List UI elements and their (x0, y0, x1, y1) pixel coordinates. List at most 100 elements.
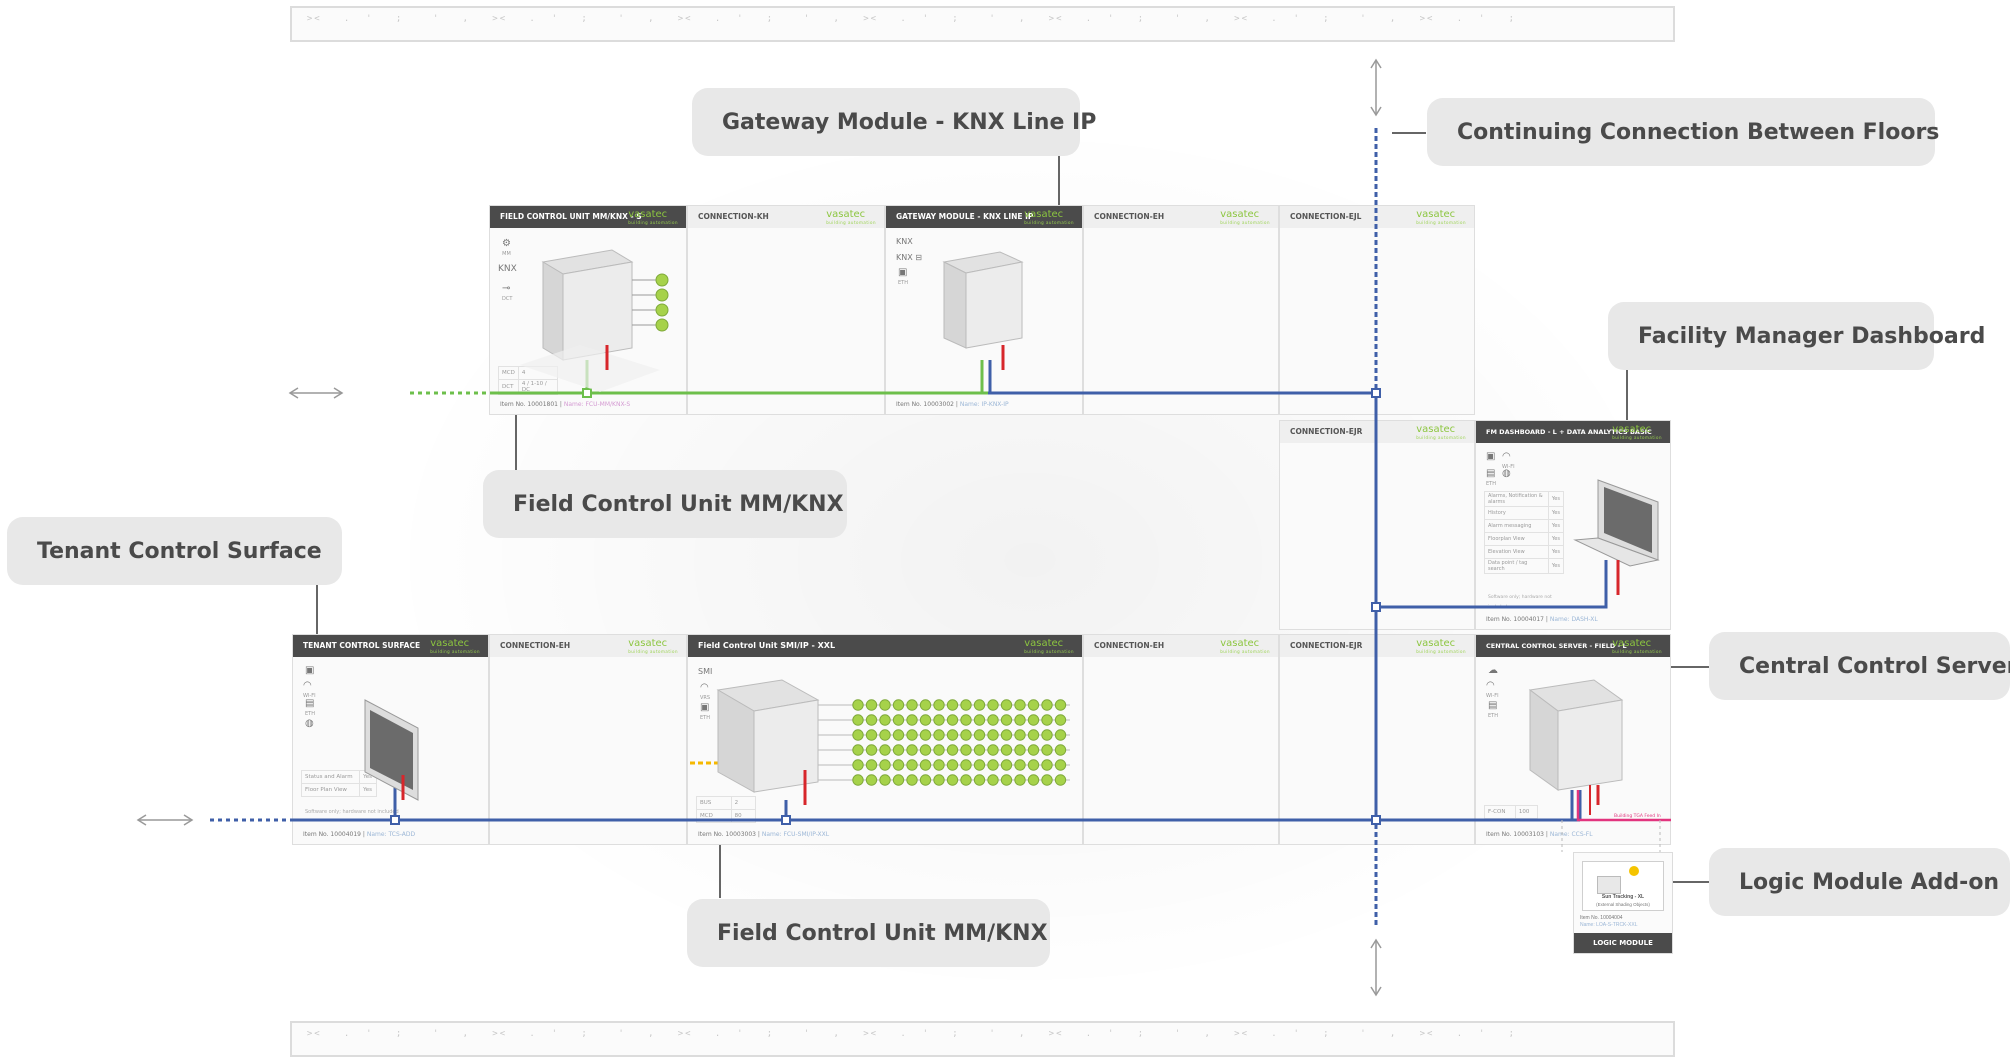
motor-icon (973, 729, 986, 741)
motor-icon (906, 744, 918, 756)
motor-icon (879, 744, 891, 756)
motor-icon (879, 774, 891, 786)
motor-icon (1054, 759, 1067, 771)
motor-icon (1027, 714, 1040, 726)
motor-icon (892, 714, 905, 726)
blue-to-fm (1376, 560, 1608, 609)
motor-icon (852, 729, 864, 741)
motor-icon (865, 714, 878, 726)
motor-icon (1041, 774, 1053, 786)
motor-icon (1014, 744, 1026, 756)
junction-node (1371, 388, 1381, 398)
motor-icon (933, 774, 945, 786)
motor-icon (852, 774, 864, 786)
motor-icon (1041, 699, 1053, 711)
motor-icon (1027, 699, 1040, 711)
motor-icon (987, 759, 999, 771)
motor-icon (906, 774, 918, 786)
motor-icon (973, 759, 986, 771)
motor-icon (1000, 774, 1013, 786)
junction-node (390, 815, 400, 825)
motor-icon (879, 699, 891, 711)
motor-icon (852, 699, 864, 711)
cabinet-central (1528, 679, 1624, 791)
motor-icon (960, 774, 972, 786)
motor-icon (919, 759, 932, 771)
callout-tenant-control-surface: Tenant Control Surface (7, 517, 342, 585)
motor-icon (906, 729, 918, 741)
double-arrow-left-lower (136, 814, 194, 826)
motor-icon (892, 699, 905, 711)
motor-icon (960, 714, 972, 726)
motor-icon (1000, 744, 1013, 756)
cabinet-gateway (942, 251, 1024, 349)
motor-icon (879, 729, 891, 741)
motor-icon (865, 744, 878, 756)
touchscreen-tenant (364, 699, 419, 801)
motor-icon (946, 699, 959, 711)
double-arrow-vertical-top (1370, 58, 1382, 117)
motor-icon (960, 699, 972, 711)
motor-icon (919, 699, 932, 711)
motor-icon (892, 744, 905, 756)
motor-icon (960, 744, 972, 756)
motor-icon (1054, 729, 1067, 741)
motor-icon (919, 729, 932, 741)
motor-icon (946, 759, 959, 771)
junction-node (582, 388, 592, 398)
motor-icon (879, 759, 891, 771)
callout-fcu-upper: Field Control Unit MM/KNX (483, 470, 847, 538)
motor-icon (960, 729, 972, 741)
motor-icon (1014, 759, 1026, 771)
motor-icon (973, 744, 986, 756)
cabinet-fcu-s (520, 249, 660, 392)
motor-icon (906, 759, 918, 771)
motor-icon (919, 744, 932, 756)
junction-node (1371, 602, 1381, 612)
motor-icon (865, 699, 878, 711)
junction-node (1371, 815, 1381, 825)
motor-icon (865, 759, 878, 771)
motor-icon (1000, 699, 1013, 711)
motor-icon (892, 729, 905, 741)
callout-fm-dashboard: Facility Manager Dashboard (1608, 302, 1985, 370)
laptop-fm (1573, 479, 1660, 567)
motor-icon (973, 714, 986, 726)
motor-icon (946, 714, 959, 726)
motor-icon (960, 759, 972, 771)
motor-icon (1041, 729, 1053, 741)
motor-icon (946, 774, 959, 786)
motor-icon (933, 714, 945, 726)
motor-icon (1041, 759, 1053, 771)
motor-icon (1041, 714, 1053, 726)
cabinet-xxl (716, 679, 820, 793)
double-arrow-vertical-bottom (1370, 938, 1382, 997)
motor-icon (1027, 774, 1040, 786)
motor-icon (852, 759, 864, 771)
motor-icon (933, 729, 945, 741)
motor-icon (906, 714, 918, 726)
motor-icon (1014, 774, 1026, 786)
motor-icon (1000, 714, 1013, 726)
motor-icon (1054, 714, 1067, 726)
motor-icon (1054, 699, 1067, 711)
motor-icon (946, 744, 959, 756)
motor-icon (1054, 744, 1067, 756)
motor-icon (879, 714, 891, 726)
motor-icon (1000, 729, 1013, 741)
motor-icon (852, 744, 864, 756)
motor-icon (987, 714, 999, 726)
motor-icon (987, 744, 999, 756)
motor-icon (865, 729, 878, 741)
motor-icon (1014, 729, 1026, 741)
motor-icon (1000, 759, 1013, 771)
motor-icon (865, 774, 878, 786)
callout-logic-module: Logic Module Add-on (1709, 848, 2010, 916)
motor-icon (1041, 744, 1053, 756)
motor-icon (892, 759, 905, 771)
motor-grid-xxl (818, 699, 1070, 786)
callout-central-control-server: Central Control Server (1709, 632, 2010, 700)
motor-icon (987, 729, 999, 741)
motor-icon (946, 729, 959, 741)
motor-icon (892, 774, 905, 786)
